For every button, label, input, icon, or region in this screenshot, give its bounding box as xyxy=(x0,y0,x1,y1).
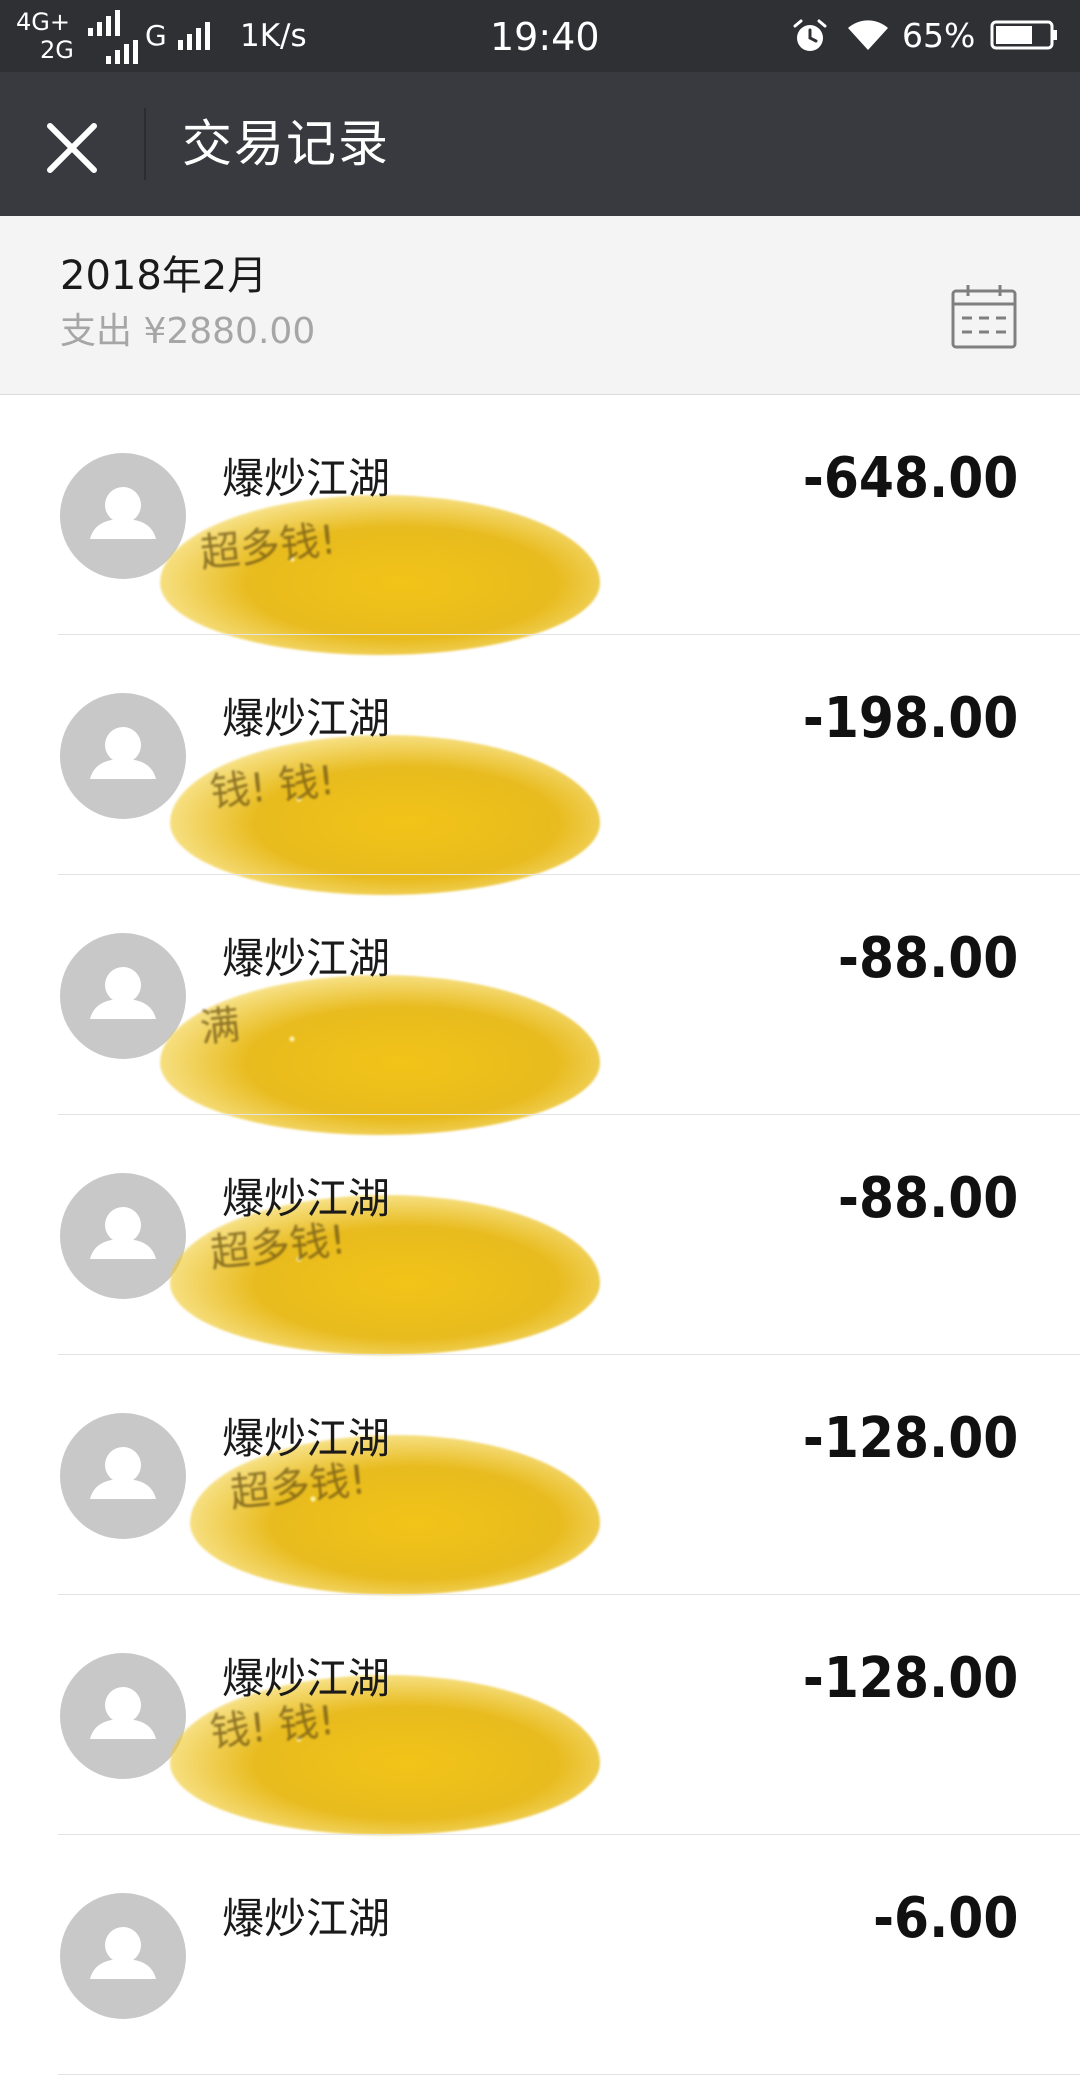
sticker-text: 满 xyxy=(197,1002,243,1052)
signal-icon xyxy=(106,40,138,64)
transaction-row[interactable]: 满 爆炒江湖 -88.00 xyxy=(0,875,1080,1135)
month-label: 2018年2月 xyxy=(60,253,268,299)
title-bar: 交易记录 xyxy=(0,72,1080,216)
sticker-overlay: 钱! 钱! xyxy=(170,735,600,895)
title-divider xyxy=(144,108,146,180)
transaction-amount: -88.00 xyxy=(837,926,1018,991)
user-placeholder-icon xyxy=(90,1207,156,1259)
signal-icon xyxy=(88,10,120,36)
avatar xyxy=(60,1893,186,2019)
transaction-row[interactable]: 超多钱! 爆炒江湖 -128.00 xyxy=(0,1355,1080,1595)
transaction-row[interactable]: 超多钱! 爆炒江湖 -88.00 xyxy=(0,1115,1080,1355)
sticker-text: 超多钱! xyxy=(227,1457,369,1517)
user-placeholder-icon xyxy=(90,1447,156,1499)
transaction-amount: -128.00 xyxy=(802,1406,1018,1471)
user-placeholder-icon xyxy=(90,1927,156,1979)
transaction-row[interactable]: 超多钱! 爆炒江湖 -648.00 xyxy=(0,395,1080,655)
sticker-text: 超多钱! xyxy=(197,517,339,577)
network-type-bottom: 2G xyxy=(40,36,74,64)
transaction-name: 爆炒江湖 xyxy=(222,694,391,743)
transaction-row[interactable]: 钱! 钱! 爆炒江湖 -128.00 xyxy=(0,1595,1080,1835)
network-indicator: 4G+ 2G xyxy=(16,6,138,66)
transaction-name: 爆炒江湖 xyxy=(222,1894,391,1943)
status-bar: 4G+ 2G G 1K/s 19:40 65% xyxy=(0,0,1080,72)
transaction-name: 爆炒江湖 xyxy=(222,454,391,503)
user-placeholder-icon xyxy=(90,1687,156,1739)
avatar xyxy=(60,1413,186,1539)
month-header: 2018年2月 支出 ¥2880.00 xyxy=(0,216,1080,395)
sticker-overlay: 超多钱! xyxy=(160,495,600,655)
network-speed: 1K/s xyxy=(240,18,307,54)
transaction-amount: -198.00 xyxy=(802,686,1018,751)
alarm-icon xyxy=(793,19,827,51)
avatar xyxy=(60,1653,186,1779)
sticker-text: 超多钱! xyxy=(207,1217,349,1277)
transaction-row[interactable]: 爆炒江湖 -6.00 xyxy=(0,1835,1080,2075)
battery-icon xyxy=(990,20,1057,50)
transaction-amount: -128.00 xyxy=(802,1646,1018,1711)
wifi-icon xyxy=(848,20,888,50)
transaction-amount: -648.00 xyxy=(802,446,1018,511)
sticker-text: 钱! 钱! xyxy=(207,757,337,817)
transaction-list: 超多钱! 爆炒江湖 -648.00 钱! 钱! 爆炒江湖 -198.00 满 爆… xyxy=(0,395,1080,2075)
clock: 19:40 xyxy=(490,15,600,59)
sticker-text: 钱! 钱! xyxy=(207,1697,337,1757)
transaction-name: 爆炒江湖 xyxy=(222,1174,391,1223)
transaction-name: 爆炒江湖 xyxy=(222,1414,391,1463)
transaction-row[interactable]: 钱! 钱! 爆炒江湖 -198.00 xyxy=(0,635,1080,895)
transaction-amount: -88.00 xyxy=(837,1166,1018,1231)
avatar xyxy=(60,1173,186,1299)
transaction-amount: -6.00 xyxy=(872,1886,1018,1951)
network-type-top: 4G+ xyxy=(16,8,70,36)
transaction-name: 爆炒江湖 xyxy=(222,934,391,983)
network-g-label: G xyxy=(145,19,167,52)
page-title: 交易记录 xyxy=(182,115,390,173)
transaction-name: 爆炒江湖 xyxy=(222,1654,391,1703)
calendar-icon[interactable] xyxy=(950,282,1018,350)
month-expense-summary: 支出 ¥2880.00 xyxy=(60,311,316,352)
close-icon[interactable] xyxy=(40,116,104,180)
sticker-overlay: 满 xyxy=(160,975,600,1135)
signal-icon xyxy=(178,22,210,50)
battery-percent: 65% xyxy=(902,16,976,55)
user-placeholder-icon xyxy=(90,727,156,779)
avatar xyxy=(60,693,186,819)
